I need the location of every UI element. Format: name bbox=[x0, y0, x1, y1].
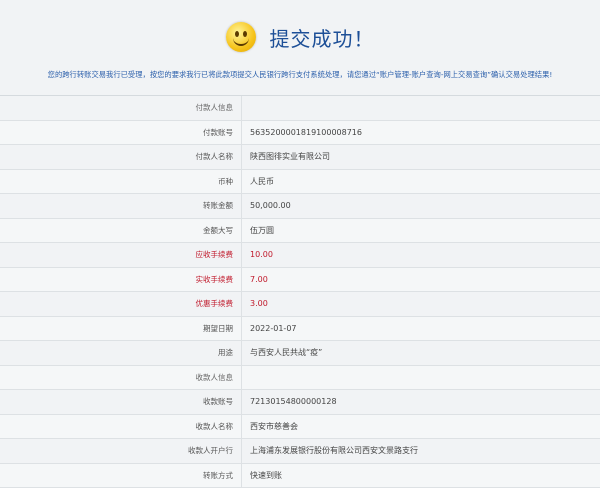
field-value: 陕西图徘实业有限公司 bbox=[242, 145, 600, 169]
field-label: 币种 bbox=[0, 170, 242, 194]
smiley-mouth bbox=[233, 35, 249, 46]
field-value bbox=[242, 96, 600, 120]
table-row: 实收手续费7.00 bbox=[0, 268, 600, 293]
table-row: 收款人开户行上海浦东发展银行股份有限公司西安文景路支行 bbox=[0, 439, 600, 464]
table-row: 收款账号72130154800000128 bbox=[0, 390, 600, 415]
field-label: 转账金额 bbox=[0, 194, 242, 218]
field-value: 伍万圆 bbox=[242, 219, 600, 243]
field-value bbox=[242, 366, 600, 390]
field-label: 收款人信息 bbox=[0, 366, 242, 390]
field-value: 3.00 bbox=[242, 292, 600, 316]
table-row: 应收手续费10.00 bbox=[0, 243, 600, 268]
field-label: 用途 bbox=[0, 341, 242, 365]
field-value: 西安市慈善会 bbox=[242, 415, 600, 439]
field-value: 5635200001819100008716 bbox=[242, 121, 600, 145]
page-title: 提交成功！ bbox=[270, 23, 375, 52]
result-header: 提交成功！ 您的跨行转账交易我行已受理，按您的要求我行已将此款项提交人民银行跨行… bbox=[0, 0, 600, 96]
field-value: 人民币 bbox=[242, 170, 600, 194]
table-row: 优惠手续费3.00 bbox=[0, 292, 600, 317]
smiley-icon bbox=[226, 22, 256, 52]
table-row: 金额大写伍万圆 bbox=[0, 219, 600, 244]
detail-table: 付款人信息付款账号5635200001819100008716付款人名称陕西图徘… bbox=[0, 95, 600, 488]
field-value: 与西安人民共战“疫” bbox=[242, 341, 600, 365]
field-label: 收款人开户行 bbox=[0, 439, 242, 463]
field-label: 期望日期 bbox=[0, 317, 242, 341]
field-value: 上海浦东发展银行股份有限公司西安文景路支行 bbox=[242, 439, 600, 463]
table-row: 付款账号5635200001819100008716 bbox=[0, 121, 600, 146]
field-value: 50,000.00 bbox=[242, 194, 600, 218]
title-row: 提交成功！ bbox=[0, 22, 600, 52]
table-row: 用途与西安人民共战“疫” bbox=[0, 341, 600, 366]
field-label: 金额大写 bbox=[0, 219, 242, 243]
field-label: 转账方式 bbox=[0, 464, 242, 488]
table-row: 转账金额50,000.00 bbox=[0, 194, 600, 219]
field-label: 收款人名称 bbox=[0, 415, 242, 439]
section-row: 收款人信息 bbox=[0, 366, 600, 391]
field-label: 优惠手续费 bbox=[0, 292, 242, 316]
transfer-result-page: 提交成功！ 您的跨行转账交易我行已受理，按您的要求我行已将此款项提交人民银行跨行… bbox=[0, 0, 600, 483]
field-label: 付款人信息 bbox=[0, 96, 242, 120]
field-value: 2022-01-07 bbox=[242, 317, 600, 341]
field-label: 付款账号 bbox=[0, 121, 242, 145]
field-value: 10.00 bbox=[242, 243, 600, 267]
field-label: 付款人名称 bbox=[0, 145, 242, 169]
table-row: 付款人名称陕西图徘实业有限公司 bbox=[0, 145, 600, 170]
field-label: 收款账号 bbox=[0, 390, 242, 414]
field-label: 实收手续费 bbox=[0, 268, 242, 292]
field-value: 72130154800000128 bbox=[242, 390, 600, 414]
table-row: 转账方式快速到账 bbox=[0, 464, 600, 488]
field-label: 应收手续费 bbox=[0, 243, 242, 267]
table-row: 收款人名称西安市慈善会 bbox=[0, 415, 600, 440]
table-row: 期望日期2022-01-07 bbox=[0, 317, 600, 342]
table-row: 币种人民币 bbox=[0, 170, 600, 195]
section-row: 付款人信息 bbox=[0, 96, 600, 121]
result-notice: 您的跨行转账交易我行已受理，按您的要求我行已将此款项提交人民银行跨行支付系统处理… bbox=[0, 70, 600, 80]
field-value: 快速到账 bbox=[242, 464, 600, 488]
field-value: 7.00 bbox=[242, 268, 600, 292]
